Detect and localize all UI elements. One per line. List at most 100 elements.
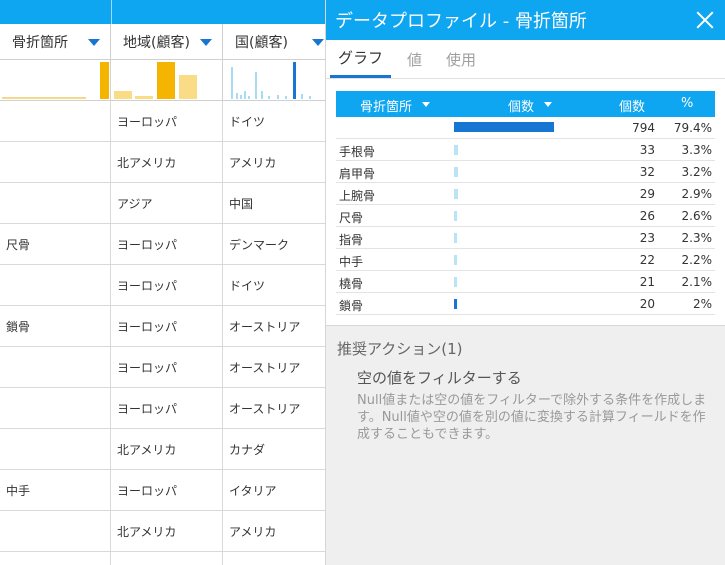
profile-row-value: 肩甲骨	[339, 167, 376, 181]
column-header-label: 国(顧客)	[235, 34, 288, 51]
table-row[interactable]: ヨーロッパ オーストリア	[0, 388, 325, 429]
table-row[interactable]: 北アメリカ アメリカ	[0, 511, 325, 552]
cell-bone[interactable]	[0, 183, 111, 224]
profile-row-count: 23	[639, 231, 655, 245]
profile-row[interactable]: 指骨 23 2.3%	[336, 227, 715, 249]
cell-bone[interactable]: 尺骨	[0, 224, 111, 265]
cell-country[interactable]: アメリカ	[223, 142, 325, 183]
cell-bone[interactable]	[0, 347, 111, 388]
cell-country[interactable]: 中国	[223, 183, 325, 224]
profile-row[interactable]: 手根骨 33 3.3%	[336, 139, 715, 161]
cell-region[interactable]: 北アメリカ	[111, 429, 223, 470]
profile-row[interactable]: 794 79.4%	[336, 117, 715, 139]
profile-row-count: 33	[639, 143, 655, 157]
cell-country[interactable]: オーストリア	[223, 388, 325, 429]
cell-country[interactable]	[223, 552, 325, 565]
cell-country[interactable]: ドイツ	[223, 265, 325, 306]
histogram-bar	[179, 75, 197, 99]
cell-bone[interactable]	[0, 142, 111, 183]
profile-row-percent: 2%	[692, 297, 712, 311]
table-row[interactable]: アジア 中国	[0, 183, 325, 224]
cell-region[interactable]: ヨーロッパ	[111, 306, 223, 347]
cell-country[interactable]: ドイツ	[223, 101, 325, 142]
cell-region[interactable]: 北アメリカ	[111, 142, 223, 183]
column-histogram-country	[223, 60, 325, 101]
profile-row[interactable]: 橈骨 21 2.1%	[336, 271, 715, 293]
table-row[interactable]: 鎖骨 ヨーロッパ オーストリア	[0, 306, 325, 347]
column-histogram-bone	[0, 60, 111, 101]
column-header-bone[interactable]: 骨折箇所	[0, 24, 111, 60]
table-row[interactable]: 中手 ヨーロッパ イタリア	[0, 470, 325, 511]
table-row[interactable]: 尺骨 ヨーロッパ デンマーク	[0, 224, 325, 265]
cell-bone[interactable]	[0, 511, 111, 552]
cell-region[interactable]: ヨーロッパ	[111, 265, 223, 306]
profile-row[interactable]: 中手 22 2.2%	[336, 249, 715, 271]
histogram-bar	[268, 96, 270, 99]
profile-row-percent: 2.3%	[681, 231, 713, 245]
profile-row-percent: 3.2%	[681, 165, 713, 179]
histogram-bar	[277, 95, 279, 99]
cell-bone[interactable]: 中手	[0, 470, 111, 511]
cell-region[interactable]: アジア	[111, 183, 223, 224]
panel-body: グラフ 値 使用 骨折箇所 個数 個数 % 794 79.4% 手根骨 33 3.3% 肩…	[326, 40, 725, 326]
profile-row-value: 鎖骨	[339, 299, 364, 313]
profile-row-percent: 2.2%	[681, 253, 713, 267]
cell-bone[interactable]	[0, 265, 111, 306]
filter-empty-values-action[interactable]: 空の値をフィルターする	[357, 367, 522, 388]
table-row[interactable]: ヨーロッパ ドイツ	[0, 265, 325, 306]
cell-bone[interactable]	[0, 429, 111, 470]
table-row[interactable]: 北アメリカ アメリカ	[0, 142, 325, 183]
cell-country[interactable]: イタリア	[223, 470, 325, 511]
histogram-bar	[293, 62, 296, 99]
cell-region[interactable]: ヨーロッパ	[111, 388, 223, 429]
cell-region[interactable]: ヨーロッパ	[111, 101, 223, 142]
cell-bone[interactable]: 鎖骨	[0, 306, 111, 347]
histogram-bar	[114, 91, 132, 99]
table-row[interactable]	[0, 552, 325, 565]
histogram-bar	[236, 93, 238, 99]
table-row[interactable]: ヨーロッパ オーストリア	[0, 347, 325, 388]
cell-bone[interactable]	[0, 388, 111, 429]
profile-row[interactable]: 鎖骨 20 2%	[336, 293, 715, 315]
column-histogram-region	[111, 60, 223, 101]
data-grid: 骨折箇所 地域(顧客) 国(顧客) ヨーロッパ ドイツ 北アメリカ アメリカ アジア 中国…	[0, 0, 326, 565]
cell-country[interactable]: デンマーク	[223, 224, 325, 265]
cell-region[interactable]: ヨーロッパ	[111, 470, 223, 511]
profile-table: 骨折箇所 個数 個数 % 794 79.4% 手根骨 33 3.3% 肩甲骨 32 3.2% 上…	[336, 91, 715, 315]
chevron-down-icon[interactable]	[312, 39, 324, 46]
field-column-header[interactable]: 骨折箇所	[360, 96, 412, 115]
table-row[interactable]: ヨーロッパ ドイツ	[0, 101, 325, 142]
profile-row[interactable]: 肩甲骨 32 3.2%	[336, 161, 715, 183]
tab-usage[interactable]: 使用	[438, 40, 484, 78]
cell-country[interactable]: アメリカ	[223, 511, 325, 552]
cell-region[interactable]	[111, 552, 223, 565]
cell-bone[interactable]	[0, 552, 111, 565]
profile-row[interactable]: 尺骨 26 2.6%	[336, 205, 715, 227]
column-header-country[interactable]: 国(顧客)	[223, 24, 325, 60]
sort-icon[interactable]	[544, 102, 552, 107]
profile-row-value: 橈骨	[339, 277, 364, 291]
bar-column-header[interactable]: 個数	[508, 96, 534, 115]
profile-row-percent: 3.3%	[681, 143, 713, 157]
close-icon[interactable]	[695, 10, 715, 30]
histogram-bar	[255, 72, 257, 99]
table-row[interactable]: 北アメリカ カナダ	[0, 429, 325, 470]
cell-country[interactable]: オーストリア	[223, 347, 325, 388]
cell-country[interactable]: オーストリア	[223, 306, 325, 347]
profile-table-body: 794 79.4% 手根骨 33 3.3% 肩甲骨 32 3.2% 上腕骨 29 2.9% 尺骨 26 2…	[336, 117, 715, 315]
cell-region[interactable]: ヨーロッパ	[111, 224, 223, 265]
tab-values[interactable]: 値	[399, 40, 430, 78]
cell-region[interactable]: ヨーロッパ	[111, 347, 223, 388]
profile-row[interactable]: 上腕骨 29 2.9%	[336, 183, 715, 205]
chevron-down-icon[interactable]	[200, 39, 212, 46]
cell-region[interactable]: 北アメリカ	[111, 511, 223, 552]
tab-graph[interactable]: グラフ	[330, 40, 392, 78]
chevron-down-icon[interactable]	[88, 39, 100, 46]
profile-row-count: 26	[639, 209, 655, 223]
panel-title: データプロファイル - 骨折箇所	[335, 11, 587, 32]
column-header-region[interactable]: 地域(顧客)	[111, 24, 223, 60]
profile-row-value: 手根骨	[339, 145, 376, 159]
cell-bone[interactable]	[0, 101, 111, 142]
cell-country[interactable]: カナダ	[223, 429, 325, 470]
sort-icon[interactable]	[422, 102, 430, 107]
